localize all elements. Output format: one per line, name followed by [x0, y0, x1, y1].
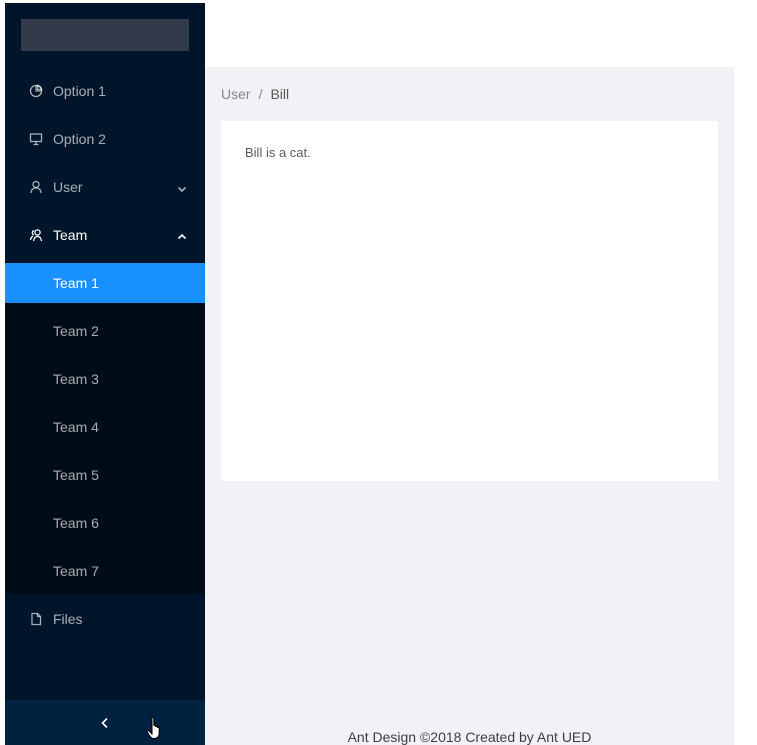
submenu-item-team-7[interactable]: Team 7 [5, 551, 205, 591]
submenu-item-team-2[interactable]: Team 2 [5, 311, 205, 351]
user-icon [29, 180, 43, 194]
chevron-down-icon [177, 181, 187, 193]
submenu-item-team-5[interactable]: Team 5 [5, 455, 205, 495]
submenu-item-team-4[interactable]: Team 4 [5, 407, 205, 447]
menu-item-team[interactable]: Team [5, 215, 205, 255]
sider-collapse-trigger[interactable] [5, 700, 205, 745]
menu-item-option-2[interactable]: Option 2 [5, 119, 205, 159]
menu-item-user[interactable]: User [5, 167, 205, 207]
menu-item-label: Team [53, 227, 88, 243]
breadcrumb-item-user[interactable]: User [221, 86, 251, 102]
menu-item-option-1[interactable]: Option 1 [5, 71, 205, 111]
main-layout: User / Bill Bill is a cat. Ant Design ©2… [205, 67, 734, 745]
submenu-item-team-3[interactable]: Team 3 [5, 359, 205, 399]
menu-item-label: Files [53, 611, 83, 627]
hand-cursor-icon [146, 716, 160, 739]
team-icon [29, 228, 43, 242]
content-text: Bill is a cat. [245, 145, 311, 160]
content-panel: Bill is a cat. [221, 121, 718, 481]
sidebar: Option 1 Option 2 User Team Team 1 Team … [5, 3, 205, 745]
submenu-item-team-6[interactable]: Team 6 [5, 503, 205, 543]
team-submenu: Team 1 Team 2 Team 3 Team 4 Team 5 Team … [5, 262, 205, 594]
pie-chart-icon [29, 84, 43, 98]
submenu-item-team-1[interactable]: Team 1 [5, 263, 205, 303]
file-icon [29, 612, 43, 626]
desktop-icon [29, 132, 43, 146]
footer: Ant Design ©2018 Created by Ant UED [347, 729, 592, 745]
menu-item-label: User [53, 179, 83, 195]
menu-item-label: Option 2 [53, 131, 106, 147]
header [205, 0, 734, 67]
chevron-left-icon [99, 717, 111, 729]
breadcrumb: User / Bill [221, 86, 289, 102]
breadcrumb-item-bill: Bill [270, 86, 290, 102]
menu-item-files[interactable]: Files [5, 599, 205, 639]
logo [21, 19, 189, 51]
breadcrumb-separator: / [258, 86, 263, 102]
chevron-up-icon [177, 229, 187, 240]
menu-item-label: Option 1 [53, 83, 106, 99]
